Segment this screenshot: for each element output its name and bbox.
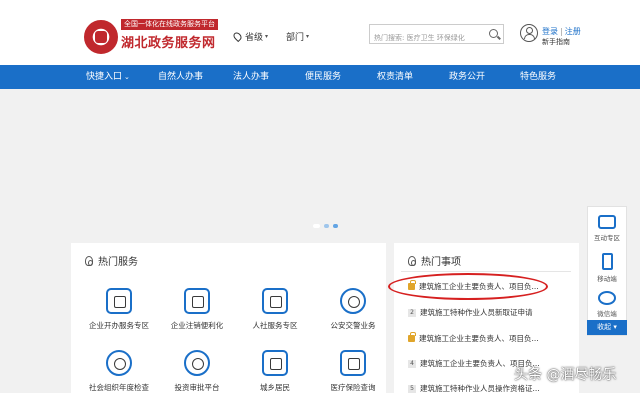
police-car-icon bbox=[340, 288, 366, 314]
carousel-dot[interactable] bbox=[333, 224, 338, 228]
platform-tagline: 全国一体化在线政务服务平台 bbox=[121, 19, 218, 30]
service-investment-approval[interactable]: 投资审批平台 bbox=[162, 350, 232, 393]
annotation-ellipse bbox=[388, 273, 548, 300]
rank-badge: 5 bbox=[408, 384, 416, 393]
rank-badge: 2 bbox=[408, 308, 416, 317]
nav-label: 快捷入口 bbox=[86, 72, 123, 82]
organization-chart-icon bbox=[106, 350, 132, 376]
residence-card-icon bbox=[262, 350, 288, 376]
chevron-down-icon: ⌄ bbox=[124, 73, 130, 81]
wechat-button[interactable]: 微信端 bbox=[588, 291, 626, 318]
service-traffic-police[interactable]: 公安交警业务 bbox=[318, 288, 388, 331]
service-annual-inspection[interactable]: 社会组织年度检查 bbox=[84, 350, 154, 393]
medical-record-icon bbox=[340, 350, 366, 376]
watermark: 头条 @酒尽畅乐 bbox=[514, 367, 617, 383]
location-pin-icon bbox=[231, 30, 244, 43]
register-link[interactable]: 注册 bbox=[565, 27, 581, 36]
service-label: 城乡居民 bbox=[260, 383, 290, 392]
caret-down-icon: ▾ bbox=[306, 33, 310, 40]
search-input[interactable] bbox=[370, 29, 480, 47]
region-selector[interactable]: 省级 ▾ bbox=[231, 30, 269, 43]
service-label: 企业开办服务专区 bbox=[89, 321, 149, 330]
main-nav: 快捷入口 ⌄ 自然人办事 法人办事 便民服务 权责清单 政务公开 特色服务 bbox=[0, 65, 640, 89]
chat-bubble-icon bbox=[598, 215, 616, 229]
service-label: 医疗保险查询 bbox=[330, 383, 376, 392]
wechat-icon bbox=[598, 291, 616, 305]
float-label: 微信端 bbox=[597, 310, 617, 318]
nav-item-convenience[interactable]: 便民服务 bbox=[305, 65, 341, 89]
matter-label: 建筑施工特种作业人员新取证申请 bbox=[420, 308, 533, 317]
fire-icon bbox=[408, 255, 416, 266]
interact-zone-button[interactable]: 互动专区 bbox=[588, 215, 626, 242]
social-insurance-icon bbox=[262, 288, 288, 314]
collapse-label: 收起 bbox=[597, 323, 612, 331]
hot-matter-item[interactable]: 2 建筑施工特种作业人员新取证申请 bbox=[408, 307, 578, 318]
region-label: 省级 bbox=[245, 33, 264, 43]
hot-services-header: 热门服务 bbox=[85, 253, 138, 268]
hot-services-title: 热门服务 bbox=[98, 257, 138, 268]
department-selector[interactable]: 部门 ▾ bbox=[286, 30, 309, 43]
float-label: 互动专区 bbox=[594, 234, 620, 242]
auth-separator: | bbox=[560, 27, 563, 36]
matter-label: 建筑施工特种作业人员操作资格证... bbox=[420, 384, 540, 393]
chevron-down-icon: ▾ bbox=[611, 323, 617, 331]
nav-item-quick-entry[interactable]: 快捷入口 ⌄ bbox=[86, 65, 130, 89]
nav-item-featured[interactable]: 特色服务 bbox=[520, 65, 556, 89]
service-label: 公安交警业务 bbox=[330, 321, 376, 330]
search-icon[interactable] bbox=[489, 29, 498, 38]
service-urban-rural[interactable]: 城乡居民 bbox=[240, 350, 310, 393]
matter-label: 建筑施工企业主要负责人、项目负... bbox=[419, 334, 539, 343]
section-divider bbox=[401, 271, 571, 272]
rank-badge: 4 bbox=[408, 359, 416, 368]
service-business-startup[interactable]: 企业开办服务专区 bbox=[84, 288, 154, 331]
banner-carousel[interactable] bbox=[0, 89, 640, 239]
department-label: 部门 bbox=[286, 33, 305, 43]
service-deregistration[interactable]: 企业注销便利化 bbox=[162, 288, 232, 331]
hot-matters-title: 热门事项 bbox=[421, 257, 461, 268]
login-link[interactable]: 登录 bbox=[542, 27, 558, 36]
nav-item-corporate[interactable]: 法人办事 bbox=[233, 65, 269, 89]
yen-coin-icon bbox=[184, 350, 210, 376]
hot-matter-item[interactable]: 5 建筑施工特种作业人员操作资格证... bbox=[408, 383, 578, 393]
float-label: 移动端 bbox=[597, 275, 617, 283]
nav-item-individual[interactable]: 自然人办事 bbox=[158, 65, 203, 89]
auth-links: 登录 | 注册 bbox=[542, 26, 581, 37]
service-label: 人社服务专区 bbox=[252, 321, 298, 330]
user-avatar-icon[interactable] bbox=[520, 24, 538, 42]
business-license-icon bbox=[106, 288, 132, 314]
hot-matter-item[interactable]: 建筑施工企业主要负责人、项目负... bbox=[408, 332, 578, 344]
exit-door-icon bbox=[184, 288, 210, 314]
carousel-dot[interactable] bbox=[313, 224, 320, 228]
mobile-app-button[interactable]: 移动端 bbox=[588, 253, 626, 283]
hot-matters-header: 热门事项 bbox=[408, 253, 461, 268]
fire-icon bbox=[85, 255, 93, 266]
carousel-dot[interactable] bbox=[324, 224, 329, 228]
caret-down-icon: ▾ bbox=[265, 33, 269, 40]
service-label: 投资审批平台 bbox=[174, 383, 220, 392]
service-label: 社会组织年度检查 bbox=[89, 383, 149, 392]
nav-item-public-affairs[interactable]: 政务公开 bbox=[449, 65, 485, 89]
search-box bbox=[369, 24, 504, 47]
lock-icon bbox=[408, 332, 416, 342]
service-medical-insurance[interactable]: 医疗保险查询 bbox=[318, 350, 388, 393]
site-header: 全国一体化在线政务服务平台 湖北政务服务网 省级 ▾ 部门 ▾ 登录|注册 新手… bbox=[0, 0, 640, 65]
service-label: 企业注销便利化 bbox=[170, 321, 224, 330]
nav-item-power-list[interactable]: 权责清单 bbox=[377, 65, 413, 89]
service-social-security[interactable]: 人社服务专区 bbox=[240, 288, 310, 331]
beginner-guide-link[interactable]: 新手指南 bbox=[542, 37, 570, 47]
collapse-button[interactable]: 收起 ▾ bbox=[587, 320, 627, 335]
mobile-phone-icon bbox=[601, 253, 613, 270]
site-title[interactable]: 湖北政务服务网 bbox=[121, 32, 216, 51]
emblem-logo[interactable] bbox=[84, 20, 118, 54]
carousel-indicators bbox=[313, 224, 338, 228]
floating-sidebar: 互动专区 移动端 微信端 bbox=[587, 206, 627, 336]
